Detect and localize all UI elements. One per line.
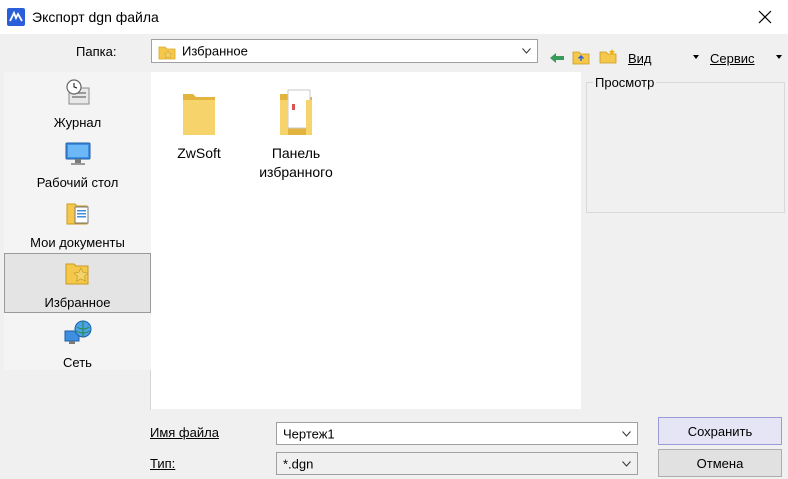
folder-combobox[interactable]: Избранное bbox=[151, 39, 538, 63]
folder-label: Папка: bbox=[76, 44, 117, 59]
place-history[interactable]: Журнал bbox=[4, 74, 151, 134]
window-title: Экспорт dgn файла bbox=[32, 9, 159, 25]
network-icon bbox=[64, 320, 91, 344]
view-dropdown-arrow-icon[interactable] bbox=[693, 55, 699, 59]
chevron-down-icon bbox=[622, 460, 631, 467]
filename-label: Имя файла bbox=[150, 425, 219, 440]
folder-value: Избранное bbox=[182, 43, 248, 59]
place-favorites-label: Избранное bbox=[44, 295, 111, 310]
close-icon bbox=[758, 10, 772, 24]
folder-up-icon[interactable] bbox=[572, 49, 590, 65]
cancel-button[interactable]: Отмена bbox=[658, 449, 782, 477]
preview-title: Просмотр bbox=[593, 75, 657, 90]
place-favorites[interactable]: Избранное bbox=[4, 253, 151, 313]
place-documents[interactable]: Мои документы bbox=[4, 194, 151, 254]
close-button[interactable] bbox=[742, 0, 788, 34]
service-dropdown-arrow-icon[interactable] bbox=[776, 55, 782, 59]
chevron-down-icon bbox=[522, 48, 531, 54]
file-item-zwsoft[interactable]: ZwSoft bbox=[151, 72, 247, 182]
documents-icon bbox=[66, 203, 88, 225]
place-desktop[interactable]: Рабочий стол bbox=[4, 134, 151, 194]
save-button[interactable]: Сохранить bbox=[658, 417, 782, 445]
place-network[interactable]: Сеть bbox=[4, 314, 151, 374]
app-icon bbox=[7, 8, 25, 26]
filetype-combobox[interactable]: *.dgn bbox=[276, 452, 638, 475]
folder-icon bbox=[183, 94, 215, 135]
chevron-down-icon bbox=[622, 430, 631, 437]
desktop-icon bbox=[65, 142, 90, 165]
new-folder-icon[interactable] bbox=[599, 48, 617, 64]
title-bar: Экспорт dgn файла bbox=[0, 0, 788, 34]
favorites-icon bbox=[65, 263, 89, 285]
file-item-favorites-bar[interactable]: Панель избранного bbox=[248, 72, 344, 182]
file-name: Панель избранного bbox=[259, 145, 333, 180]
folder-with-documents-icon bbox=[280, 89, 312, 135]
filename-combobox[interactable]: Чертеж1 bbox=[276, 422, 638, 445]
place-documents-label: Мои документы bbox=[30, 235, 125, 250]
file-name: ZwSoft bbox=[177, 145, 221, 161]
places-bar: Журнал Рабочий стол Мои документы Избран… bbox=[4, 72, 151, 370]
places-bar-footer bbox=[4, 370, 151, 410]
place-desktop-label: Рабочий стол bbox=[36, 175, 119, 190]
back-arrow-icon[interactable] bbox=[548, 50, 566, 66]
filetype-value: *.dgn bbox=[283, 456, 314, 471]
place-network-label: Сеть bbox=[63, 355, 92, 370]
filetype-label: Тип: bbox=[150, 456, 175, 471]
history-icon bbox=[65, 79, 89, 105]
filetype-label-text: Тип: bbox=[150, 456, 176, 471]
file-list[interactable]: ZwSoft Панель избранного bbox=[151, 72, 581, 409]
preview-pane bbox=[586, 82, 785, 213]
place-history-label: Журнал bbox=[53, 115, 102, 130]
favorites-folder-icon bbox=[158, 46, 176, 60]
view-menu[interactable]: Вид bbox=[628, 51, 652, 66]
filename-value: Чертеж1 bbox=[283, 426, 335, 441]
filename-label-text: Имя файла bbox=[150, 425, 219, 440]
view-menu-label: Вид bbox=[628, 51, 652, 66]
service-menu[interactable]: Сервис bbox=[710, 51, 755, 66]
service-menu-label: Сервис bbox=[710, 51, 755, 66]
